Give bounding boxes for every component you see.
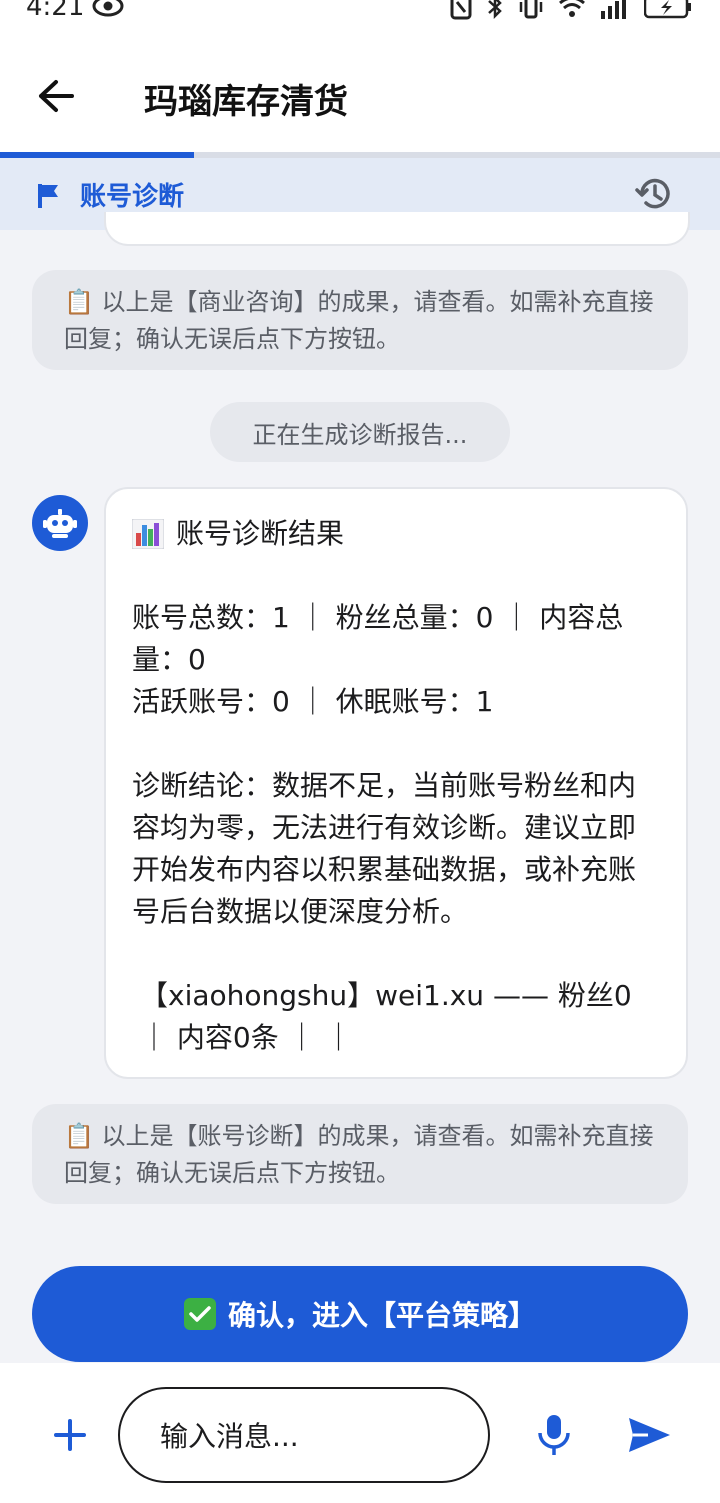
diagnosis-conclusion: 诊断结论：数据不足，当前账号粉丝和内容均为零，无法进行有效诊断。建议立即开始发布… <box>132 769 637 928</box>
result-note-diagnosis: 📋 以上是【账号诊断】的成果，请查看。如需补充直接回复；确认无误后点下方按钮。 <box>32 1104 688 1204</box>
message-input-bar: 输入消息... <box>0 1363 720 1503</box>
diagnosis-title-row: 账号诊断结果 <box>131 513 660 555</box>
plus-icon <box>54 1419 86 1451</box>
eye-icon <box>92 0 124 24</box>
back-button[interactable] <box>32 72 80 120</box>
diagnosis-stats-line2: 活跃账号：0 ｜ 休眠账号：1 <box>132 685 494 718</box>
bar-chart-icon <box>131 518 165 550</box>
arrow-left-icon <box>39 80 74 112</box>
bluetooth-icon <box>486 0 504 27</box>
status-icons <box>450 0 692 27</box>
nfc-icon <box>450 0 472 27</box>
status-time: 4:21 <box>26 0 85 22</box>
bot-avatar <box>32 495 88 551</box>
status-bar: 4:21 <box>0 0 720 30</box>
history-icon <box>635 178 670 209</box>
flag-icon <box>36 182 62 214</box>
stage-label: 账号诊断 <box>80 182 185 212</box>
send-icon <box>629 1418 670 1452</box>
robot-icon <box>43 509 77 538</box>
check-mark-icon <box>183 1298 216 1330</box>
voice-input-button[interactable] <box>534 1413 574 1457</box>
history-button[interactable] <box>634 174 674 214</box>
wifi-icon <box>558 0 586 26</box>
diagnosis-title: 账号诊断结果 <box>176 517 345 550</box>
diagnosis-message: 账号诊断结果 账号总数：1 ｜ 粉丝总量：0 ｜ 内容总量：0 活跃账号：0 ｜… <box>104 487 688 1079</box>
microphone-icon <box>538 1415 570 1455</box>
battery-icon <box>643 0 692 26</box>
app-bar: 玛瑙库存清货 <box>0 30 720 152</box>
diagnosis-account-line: 【xiaohongshu】wei1.xu —— 粉丝0 ｜ 内容0条 ｜ ｜ <box>140 979 632 1054</box>
confirm-next-stage-button[interactable]: 确认，进入【平台策略】 <box>32 1266 688 1362</box>
vibrate-icon <box>518 0 544 27</box>
confirm-button-label: 确认，进入【平台策略】 <box>227 1299 536 1332</box>
message-input[interactable]: 输入消息... <box>118 1387 490 1483</box>
send-button[interactable] <box>626 1415 672 1455</box>
signal-icon <box>600 0 630 26</box>
result-note-business: 📋 以上是【商业咨询】的成果，请查看。如需补充直接回复；确认无误后点下方按钮。 <box>32 270 688 370</box>
generating-status: 正在生成诊断报告... <box>210 402 510 462</box>
previous-message-card <box>104 212 690 246</box>
diagnosis-stats-line1: 账号总数：1 ｜ 粉丝总量：0 ｜ 内容总量：0 <box>132 601 624 676</box>
page-title: 玛瑙库存清货 <box>144 82 348 122</box>
add-attachment-button[interactable] <box>52 1417 88 1453</box>
